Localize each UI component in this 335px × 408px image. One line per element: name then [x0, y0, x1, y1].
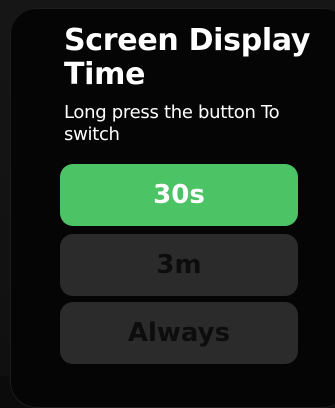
option-always-button[interactable]: Always [60, 302, 298, 364]
page-title: Screen Display Time [64, 23, 311, 92]
option-3m-button[interactable]: 3m [60, 234, 298, 296]
instruction-text: Long press the button To switch [64, 102, 280, 145]
device-bezel: Screen Display Time Long press the butto… [0, 0, 335, 408]
option-30s-button[interactable]: 30s [60, 164, 298, 226]
